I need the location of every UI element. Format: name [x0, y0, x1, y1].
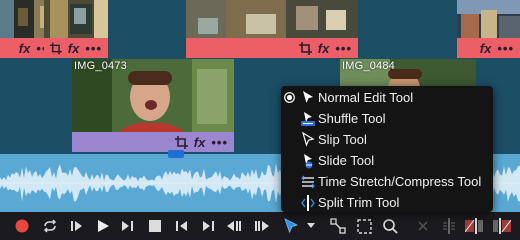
menu-item-slide-tool[interactable]: Slide Tool: [281, 150, 493, 171]
shuffle-tool-icon: [301, 111, 315, 126]
blade-icon[interactable]: [411, 212, 435, 240]
menu-item-label: Time Stretch/Compress Tool: [318, 174, 482, 189]
clip-img-0473[interactable]: IMG_0473 fx •••: [72, 59, 234, 152]
snap-icon[interactable]: [326, 212, 350, 240]
more-options-button[interactable]: •••: [211, 136, 228, 149]
fx-button[interactable]: fx: [68, 42, 80, 55]
fx-button[interactable]: fx: [194, 136, 206, 149]
selected-radio-icon: [284, 92, 295, 103]
menu-item-slip-tool[interactable]: Slip Tool: [281, 129, 493, 150]
loop-icon[interactable]: [38, 212, 62, 240]
menu-item-label: Normal Edit Tool: [318, 90, 414, 105]
menu-item-label: Slide Tool: [318, 153, 375, 168]
menu-item-label: Slip Tool: [318, 132, 367, 147]
go-to-start-icon[interactable]: [64, 212, 88, 240]
crop-icon[interactable]: [298, 41, 312, 55]
fx-button[interactable]: fx: [480, 42, 492, 55]
record-icon[interactable]: [10, 212, 34, 240]
clip-top-mid-left[interactable]: fx •••: [44, 0, 108, 58]
fx-button[interactable]: fx: [318, 42, 330, 55]
slide-tool-icon: [304, 153, 313, 168]
menu-item-shuffle-tool[interactable]: Shuffle Tool: [281, 108, 493, 129]
menu-item-split-trim-tool[interactable]: Split Trim Tool: [281, 192, 493, 213]
selection-handle[interactable]: [168, 150, 184, 158]
clip-top-mid[interactable]: fx •••: [186, 0, 358, 58]
step-back-icon[interactable]: [170, 212, 194, 240]
previous-marker-icon[interactable]: [222, 212, 246, 240]
edit-tool-icon[interactable]: [280, 212, 302, 240]
clip-toolbar: fx •••: [72, 132, 234, 152]
chevron-down-icon[interactable]: [304, 212, 318, 240]
more-options-button[interactable]: •••: [335, 42, 352, 55]
crop-icon[interactable]: [50, 42, 62, 55]
more-options-button[interactable]: •••: [497, 42, 514, 55]
ripple-right-icon[interactable]: [490, 212, 514, 240]
menu-item-normal-edit-tool[interactable]: Normal Edit Tool: [281, 87, 493, 108]
play-icon[interactable]: [91, 212, 115, 240]
menu-item-time-stretch-compress-tool[interactable]: Time Stretch/Compress Tool: [281, 171, 493, 192]
marquee-select-icon[interactable]: [352, 212, 376, 240]
clip-top-right[interactable]: fx •••: [457, 0, 520, 58]
menu-item-label: Split Trim Tool: [318, 195, 400, 210]
zoom-icon[interactable]: [378, 212, 402, 240]
stop-icon[interactable]: [143, 212, 167, 240]
clip-name: IMG_0473: [74, 60, 127, 72]
clip-toolbar: fx •••: [186, 38, 358, 58]
clip-toolbar: fx •••: [44, 38, 108, 58]
edit-tool-menu: Normal Edit Tool Shuffle Tool Slip Tool …: [281, 86, 493, 212]
slip-tool-icon: [302, 131, 315, 147]
go-to-end-icon[interactable]: [116, 212, 140, 240]
next-marker-icon[interactable]: [250, 212, 274, 240]
fx-button[interactable]: fx: [19, 42, 31, 55]
crop-icon[interactable]: [174, 135, 188, 149]
step-forward-icon[interactable]: [196, 212, 220, 240]
menu-item-label: Shuffle Tool: [318, 111, 386, 126]
clip-toolbar: fx •••: [457, 38, 520, 58]
pointer-arrow-icon: [303, 90, 313, 103]
more-options-button[interactable]: •••: [85, 42, 102, 55]
ripple-left-icon[interactable]: [462, 212, 486, 240]
clip-name: IMG_0484: [342, 60, 395, 72]
split-trim-icon: [301, 194, 315, 211]
split-icon[interactable]: [437, 212, 461, 240]
time-stretch-icon: [301, 175, 315, 188]
